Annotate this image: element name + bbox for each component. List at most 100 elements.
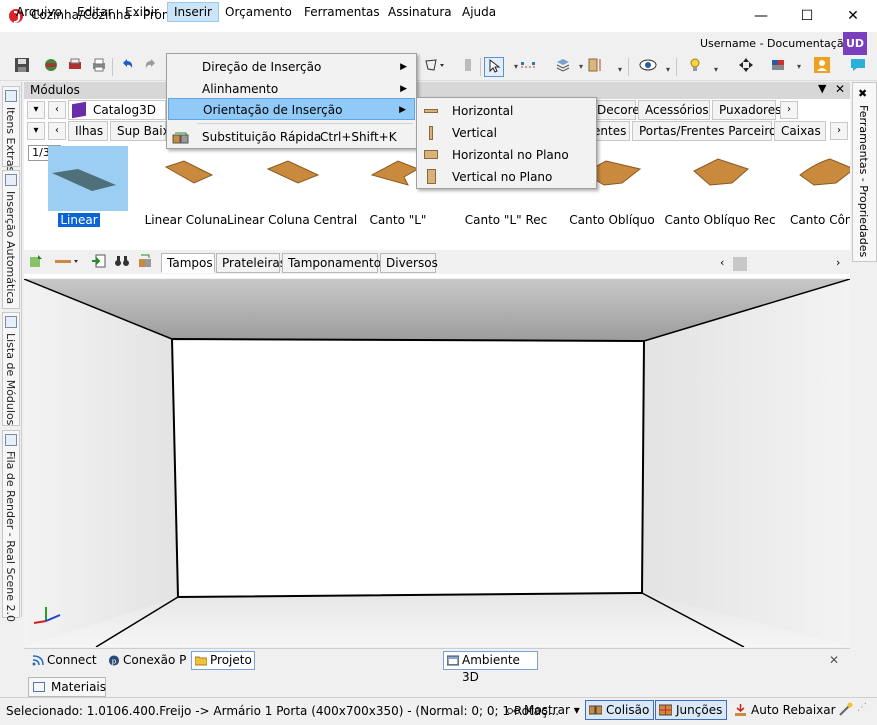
materials-palette-icon[interactable] [770, 57, 790, 77]
subtab-tamponamentos[interactable]: Tamponamentos [282, 253, 387, 273]
maximize-button[interactable]: ☐ [784, 0, 830, 32]
lighting-dropdown-icon[interactable]: ▾ [706, 60, 726, 80]
move-arrows-icon[interactable] [736, 57, 756, 77]
chevron-right-icon[interactable]: › [780, 101, 798, 119]
thumb-canto-obliquo-rec[interactable]: Canto Oblíquo Rec [664, 143, 776, 247]
palette-dropdown-icon[interactable]: ▾ [789, 57, 809, 77]
close-icon[interactable]: ✕ [835, 82, 845, 96]
menu-editar[interactable]: Editar [71, 3, 119, 21]
view-eye-icon[interactable] [638, 57, 658, 77]
menu-arquivo[interactable]: Arquivo [10, 3, 68, 21]
lighting-icon[interactable] [686, 57, 706, 77]
submenu-item-vertical-no-plano[interactable]: Vertical no Plano [418, 166, 595, 188]
chevron-left-icon[interactable]: ‹ [48, 101, 66, 119]
thumb-linear[interactable]: Linear [31, 143, 131, 247]
user-avatar[interactable]: UD [843, 32, 867, 56]
menu-item-direcao-de-insercao[interactable]: Direção de Inserção ▶ [168, 56, 415, 78]
materiais-tab[interactable]: Materiais [28, 677, 106, 697]
mostrar-dropdown[interactable]: Mostrar ▾ [503, 700, 585, 720]
submenu-item-horizontal-no-plano[interactable]: Horizontal no Plano [418, 144, 595, 166]
chat-icon[interactable] [848, 57, 868, 77]
shape-dropdown-icon[interactable] [424, 57, 444, 77]
pin-icon[interactable]: ▼ [818, 82, 826, 95]
user-profile-icon[interactable] [812, 57, 832, 77]
submenu-item-horizontal[interactable]: Horizontal [418, 100, 595, 122]
subtab-prateleiras[interactable]: Prateleiras [216, 253, 286, 273]
dock-tab-lista-de-modulos[interactable]: Lista de Módulos [2, 312, 20, 426]
menu-ferramentas[interactable]: Ferramentas [298, 3, 386, 21]
minimize-button[interactable]: — [738, 0, 784, 32]
thumb-linear-coluna[interactable]: Linear Coluna [136, 143, 236, 247]
menu-item-substituicao-rapida[interactable]: Substituição Rápida Ctrl+Shift+K [168, 126, 415, 148]
dock-tab-itens-extras[interactable]: Itens Extras [2, 86, 20, 172]
scroll-left-icon[interactable]: ‹ [720, 256, 724, 269]
menu-orcamento[interactable]: Orçamento [219, 3, 298, 21]
juncoes-toggle[interactable]: Junções [655, 700, 728, 720]
close-window-button[interactable]: ✕ [830, 0, 876, 32]
dock-tab-insercao-automatica[interactable]: Inserção Automática [2, 170, 20, 309]
tab-acessorios[interactable]: Acessórios [638, 100, 710, 120]
render-icon[interactable] [41, 57, 61, 77]
layers-icon[interactable] [553, 57, 573, 77]
menu-separator [197, 123, 413, 124]
colisao-toggle[interactable]: Colisão [585, 700, 655, 720]
ambiente-3d-icon [447, 655, 459, 666]
chevron-down-icon[interactable]: ▾ [27, 122, 45, 140]
chevron-right-icon[interactable]: › [830, 122, 848, 140]
dimension-dropdown-icon[interactable]: ▾ [610, 60, 630, 80]
bottom-tab-connect[interactable]: Connect [28, 651, 102, 670]
tab-sup-baixo[interactable]: Sup Baixo [110, 121, 177, 141]
thumb-label: Canto "L" [369, 213, 427, 227]
3d-viewport[interactable] [24, 279, 850, 647]
tab-puxadores[interactable]: Puxadores [712, 100, 781, 120]
thumb-linear-coluna-central[interactable]: Linear Coluna Central [227, 143, 357, 247]
thumb-canto-concavo[interactable]: Canto Cônca [778, 143, 850, 247]
quick-replace-icon[interactable] [135, 253, 155, 273]
chevron-down-icon[interactable]: ▾ [27, 101, 45, 119]
auto-rebaixar-toggle[interactable]: Auto Rebaixar [730, 700, 841, 720]
tab-ilhas[interactable]: Ilhas [68, 121, 108, 141]
measure-icon[interactable] [518, 57, 538, 77]
render-queue-icon [5, 434, 17, 446]
subtab-diversos[interactable]: Diversos [380, 253, 438, 273]
redo-icon[interactable] [141, 57, 161, 77]
import-icon[interactable] [89, 253, 109, 273]
menu-assinatura[interactable]: Assinatura [382, 3, 458, 21]
tab-portas-frentes-parceiros[interactable]: Portas/Frentes Parceiros [632, 121, 783, 141]
menu-ajuda[interactable]: Ajuda [456, 3, 502, 21]
tab-caixas[interactable]: Caixas [774, 121, 826, 141]
select-pointer-icon[interactable] [484, 57, 504, 77]
dock-tab-ferramentas-propriedades[interactable]: ✖ Ferramentas - Propriedades [852, 82, 877, 262]
save-icon[interactable] [12, 57, 32, 77]
scroll-right-icon[interactable]: › [836, 256, 840, 269]
thumb-label: Linear Coluna Central [227, 213, 358, 227]
print-preview-icon[interactable] [65, 57, 85, 77]
wand-icon[interactable] [838, 701, 854, 720]
vertical-plane-icon [427, 169, 436, 184]
bottom-tab-conexao-p[interactable]: p Conexão P [104, 651, 191, 670]
toolbar-separator [480, 58, 481, 76]
bottom-tab-projeto[interactable]: Projeto [191, 651, 255, 670]
tampo-dropdown-icon[interactable] [54, 253, 80, 273]
dock-tab-fila-de-render[interactable]: Fila de Render - Real Scene 2.0 [2, 430, 20, 622]
close-icon[interactable]: ✕ [829, 653, 839, 667]
dimension-icon[interactable] [585, 57, 605, 77]
menu-item-orientacao-de-insercao[interactable]: Orientação de Inserção ▶ [168, 98, 415, 120]
view-dropdown-icon[interactable]: ▾ [658, 60, 678, 80]
menu-exibir[interactable]: Exibir [119, 3, 165, 21]
print-icon[interactable] [89, 57, 109, 77]
insert-auto-icon[interactable] [26, 253, 46, 273]
horizontal-scrollbar[interactable] [733, 257, 747, 271]
submenu-item-vertical[interactable]: Vertical [418, 122, 595, 144]
menu-inserir[interactable]: Inserir [167, 2, 219, 22]
chevron-left-icon[interactable]: ‹ [48, 122, 66, 140]
resize-grip-icon[interactable]: ⋰ [857, 702, 867, 713]
undo-icon[interactable] [117, 57, 137, 77]
subtab-tampos[interactable]: Tampos [161, 253, 215, 273]
cube-icon [72, 101, 86, 119]
submenu-arrow-icon: ▶ [400, 62, 407, 72]
binoculars-icon[interactable] [112, 253, 132, 273]
horizontal-panel-icon [424, 109, 438, 113]
menu-item-alinhamento[interactable]: Alinhamento ▶ [168, 78, 415, 100]
bottom-tab-ambiente-3d[interactable]: Ambiente 3D [443, 651, 538, 684]
